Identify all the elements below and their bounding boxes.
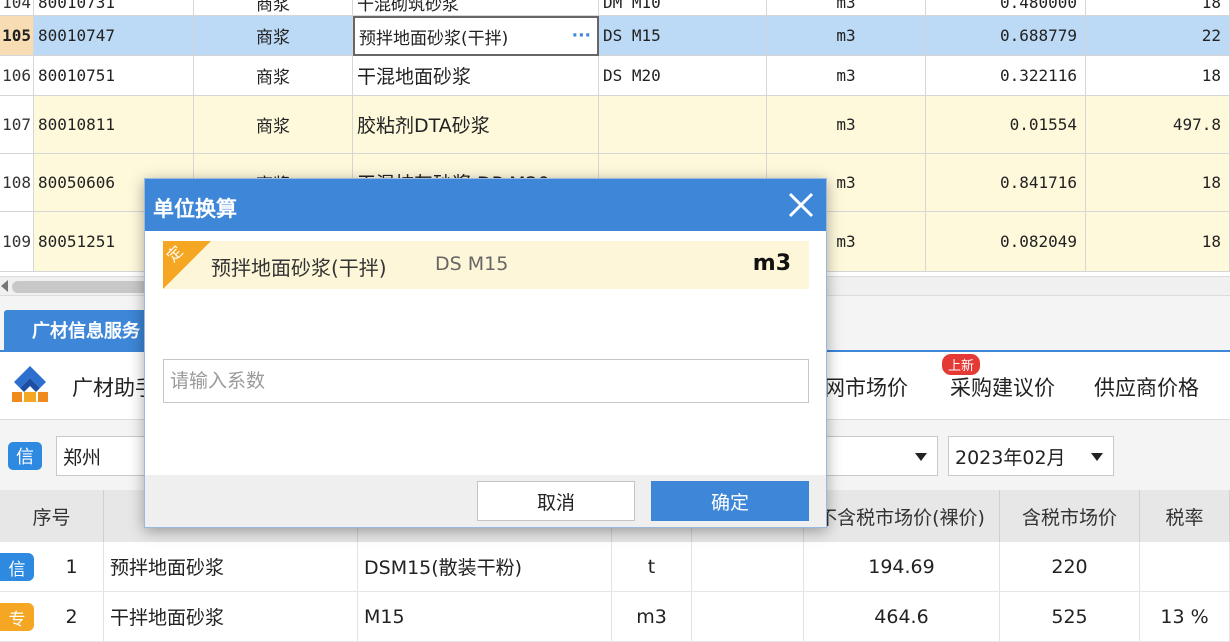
price-cell[interactable]: 18 [1086, 154, 1230, 212]
tax-cell: 13 % [1140, 592, 1230, 641]
special-source-badge: 专 [0, 603, 34, 631]
info-badge: 信 [8, 442, 42, 470]
spec-cell[interactable]: DS M15 [599, 16, 767, 56]
type-cell[interactable]: 商浆 [194, 96, 353, 154]
price-cell[interactable]: 18 [1086, 0, 1230, 16]
code-cell[interactable]: 80010751 [34, 56, 194, 96]
code-cell[interactable]: 80010731 [34, 0, 194, 16]
price-cell[interactable]: 497.8 [1086, 96, 1230, 154]
seq-cell: 2 [40, 592, 104, 641]
tab-purchase-suggest-price[interactable]: 采购建议价 [950, 372, 1055, 402]
dialog-titlebar[interactable]: 单位换算 [145, 179, 826, 231]
spec-cell[interactable] [599, 96, 767, 154]
name-cell: 干拌地面砂浆 [104, 592, 358, 641]
row-number: 104 [0, 0, 34, 16]
unit-cell: t [612, 542, 692, 591]
guangcai-logo-icon [8, 362, 52, 406]
type-cell[interactable]: 商浆 [194, 0, 353, 16]
spec-cell: M15 [358, 592, 612, 641]
tax-cell [1140, 542, 1230, 591]
unit-conversion-dialog: 单位换算 定 预拌地面砂浆(干拌) DS M15 m3 取消 确定 [144, 178, 827, 528]
close-icon[interactable] [784, 188, 818, 222]
qty-cell[interactable]: 0.480000 [926, 0, 1086, 16]
table-row-selected[interactable]: 105 80010747 商浆 预拌地面砂浆(干拌) ··· DS M15 m3… [0, 16, 1230, 56]
name-cell[interactable]: 干混砌筑砂浆 [353, 0, 599, 16]
type-cell[interactable]: 商浆 [194, 56, 353, 96]
seq-cell: 1 [40, 542, 104, 591]
table-row[interactable]: 107 80010811 商浆 胶粘剂DTA砂浆 m3 0.01554 497.… [0, 96, 1230, 154]
price-incl-cell: 220 [1000, 542, 1140, 591]
col-price-excl-tax[interactable]: 不含税市场价(裸价) [804, 490, 1000, 542]
period-select[interactable]: 2023年02月 [948, 436, 1114, 476]
row-number: 107 [0, 96, 34, 154]
price-cell[interactable]: 22 [1086, 16, 1230, 56]
spec-cell[interactable]: DS M20 [599, 56, 767, 96]
chevron-down-icon [915, 453, 927, 461]
unit-cell[interactable]: m3 [767, 16, 926, 56]
col-price-incl-tax[interactable]: 含税市场价 [1000, 490, 1140, 542]
material-name: 预拌地面砂浆(干拌) [211, 256, 387, 280]
time-cell [692, 592, 804, 641]
chevron-down-icon [1091, 453, 1103, 461]
table-row[interactable]: 106 80010751 商浆 干混地面砂浆 DS M20 m3 0.32211… [0, 56, 1230, 96]
tab-supplier-price[interactable]: 供应商价格 [1094, 372, 1199, 402]
qty-cell[interactable]: 0.01554 [926, 96, 1086, 154]
unit-cell[interactable]: m3 [767, 96, 926, 154]
dialog-title: 单位换算 [153, 197, 237, 221]
scroll-left-icon[interactable] [1, 280, 8, 292]
material-spec: DS M15 [435, 253, 509, 275]
time-cell [692, 542, 804, 591]
dialog-footer: 取消 确定 [145, 475, 826, 527]
city-value: 郑州 [63, 446, 102, 469]
period-value: 2023年02月 [955, 446, 1066, 469]
tab-material-info-service[interactable]: 广材信息服务 [4, 310, 154, 350]
cancel-button[interactable]: 取消 [477, 481, 635, 521]
qty-cell[interactable]: 0.688779 [926, 16, 1086, 56]
unit-cell[interactable]: m3 [767, 56, 926, 96]
row-number: 109 [0, 212, 34, 272]
coefficient-input[interactable] [163, 359, 809, 403]
info-source-badge: 信 [0, 553, 34, 581]
name-text: 预拌地面砂浆(干拌) [359, 28, 509, 49]
name-cell[interactable]: 干混地面砂浆 [353, 56, 599, 96]
col-tax-rate[interactable]: 税率 [1140, 490, 1230, 542]
qty-cell[interactable]: 0.322116 [926, 56, 1086, 96]
type-cell[interactable]: 商浆 [194, 16, 353, 56]
price-cell[interactable]: 18 [1086, 212, 1230, 272]
price-excl-cell: 194.69 [804, 542, 1000, 591]
row-number: 108 [0, 154, 34, 212]
material-summary: 定 预拌地面砂浆(干拌) DS M15 m3 [163, 241, 809, 289]
qty-cell[interactable]: 0.082049 [926, 212, 1086, 272]
row-number: 106 [0, 56, 34, 96]
row-number: 105 [0, 16, 34, 56]
qty-cell[interactable]: 0.841716 [926, 154, 1086, 212]
more-button[interactable]: ··· [572, 26, 591, 46]
table-row[interactable]: 信 1 预拌地面砂浆 DSM15(散装干粉) t 194.69 220 [0, 542, 1230, 592]
name-cell: 预拌地面砂浆 [104, 542, 358, 591]
unit-cell[interactable]: m3 [767, 0, 926, 16]
name-cell-editing[interactable]: 预拌地面砂浆(干拌) ··· [353, 16, 599, 56]
scrollbar-thumb[interactable] [12, 281, 162, 293]
confirm-button[interactable]: 确定 [651, 481, 809, 521]
price-excl-cell: 464.6 [804, 592, 1000, 641]
spec-cell: DSM15(散装干粉) [358, 542, 612, 591]
price-cell[interactable]: 18 [1086, 56, 1230, 96]
table-row[interactable]: 104 80010731 商浆 干混砌筑砂浆 DM M10 m3 0.48000… [0, 0, 1230, 16]
name-cell[interactable]: 胶粘剂DTA砂浆 [353, 96, 599, 154]
new-badge: 上新 [942, 354, 981, 375]
code-cell[interactable]: 80010811 [34, 96, 194, 154]
material-unit: m3 [752, 251, 791, 276]
spec-cell[interactable]: DM M10 [599, 0, 767, 16]
unit-cell: m3 [612, 592, 692, 641]
price-incl-cell: 525 [1000, 592, 1140, 641]
col-seq[interactable]: 序号 [0, 490, 104, 542]
table-row[interactable]: 专 2 干拌地面砂浆 M15 m3 464.6 525 13 % [0, 592, 1230, 642]
code-cell[interactable]: 80010747 [34, 16, 194, 56]
